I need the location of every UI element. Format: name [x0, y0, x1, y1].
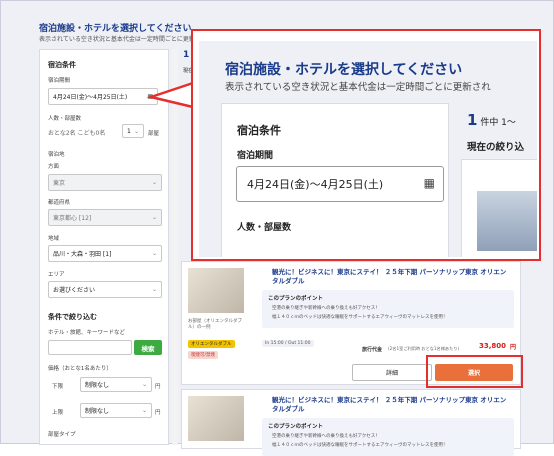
zoom-callout: 宿泊施設・ホテルを選択してください 表示されている空き状況と基本代金は一定時間ご… [191, 29, 541, 261]
zoom-period-field[interactable]: 4月24日(金)〜4月25日(土) ▦ [236, 166, 444, 202]
page-frame: 宿泊施設・ホテルを選択してください 表示されている空き状況と基本代金は一定時間ご… [0, 0, 554, 456]
zoom-title: 宿泊施設・ホテルを選択してください [225, 62, 463, 78]
calendar-icon[interactable]: ▦ [424, 176, 435, 190]
zoom-conditions-heading: 宿泊条件 [237, 124, 281, 137]
zoom-conditions-card: 宿泊条件 宿泊期間 4月24日(金)〜4月25日(土) ▦ 人数・部屋数 [221, 103, 449, 257]
zoom-count-text: 件中 1〜 [480, 118, 516, 128]
zoom-filter-text: 現在の絞り込 [467, 142, 525, 153]
zoom-count-number: 1 [467, 111, 478, 129]
zoom-callout-content: 宿泊施設・ホテルを選択してください 表示されている空き状況と基本代金は一定時間ご… [199, 41, 537, 257]
callout-pointer-shape [146, 81, 195, 109]
zoom-results-count: 1 件中 1〜 [467, 111, 516, 129]
zoom-period-label: 宿泊期間 [237, 151, 274, 161]
zoom-period-value: 4月24日(金)〜4月25日(土) [247, 178, 384, 191]
zoom-hotel-photo [477, 191, 537, 251]
zoom-people-label: 人数・部屋数 [237, 223, 292, 233]
zoom-subtitle: 表示されている空き状況と基本代金は一定時間ごとに更新され [225, 82, 491, 93]
